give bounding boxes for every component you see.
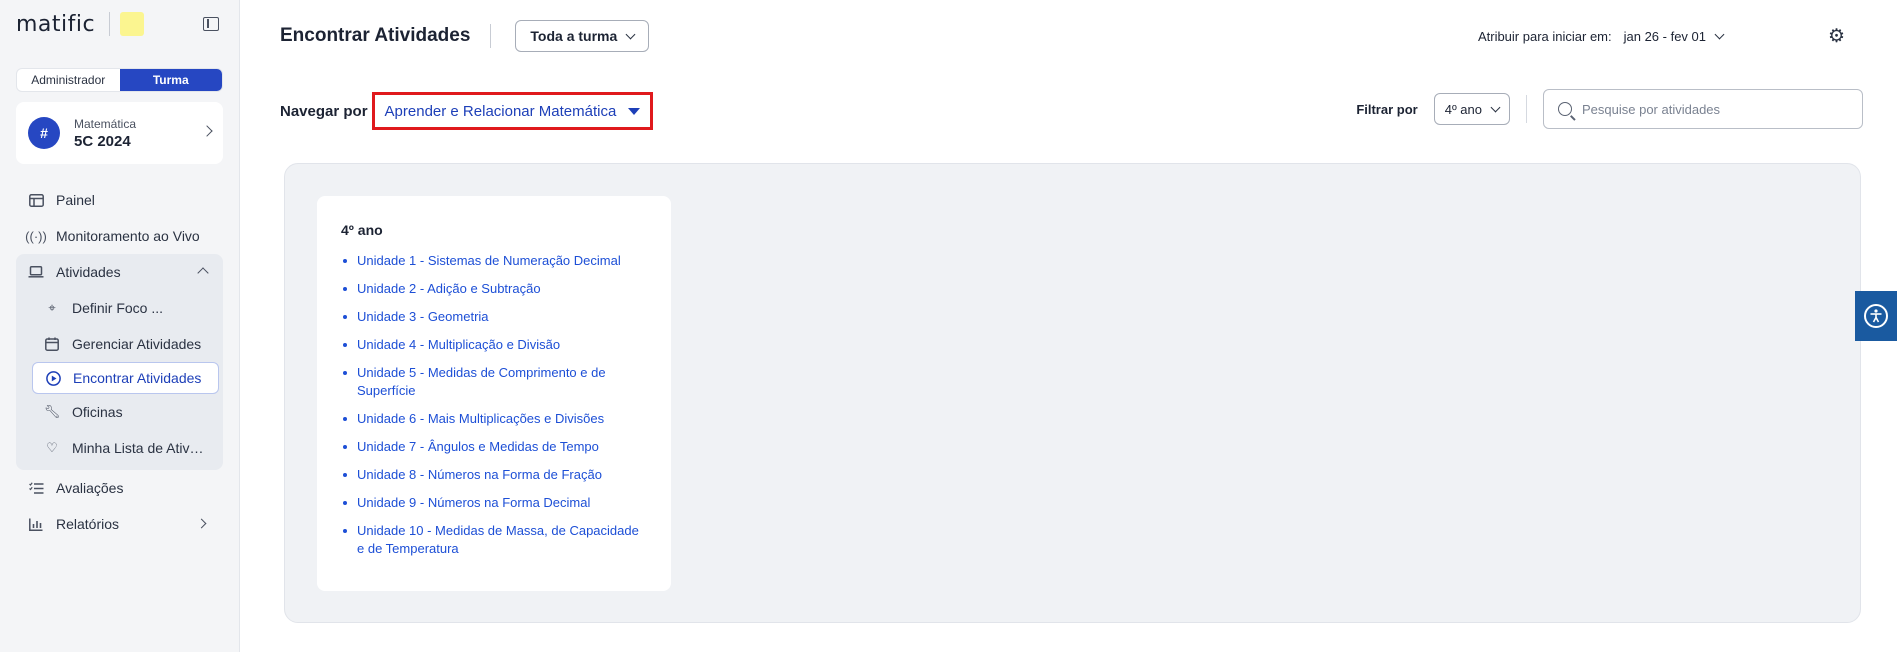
browse-label: Navegar por [280,102,368,120]
page-title: Encontrar Atividades [280,25,471,46]
brand: matific [16,12,223,37]
calendar-icon [44,336,60,352]
browse-dropdown[interactable]: Aprender e Relacionar Matemática [371,92,654,130]
unit-link[interactable]: Unidade 5 - Medidas de Comprimento e de … [341,364,647,400]
assign-start: Atribuir para iniciar em: jan 26 - fev 0… [1477,29,1725,44]
sidebar-item-manage-activities[interactable]: Gerenciar Atividades [16,326,223,362]
app-window: matific Administrador Turma # Matemática… [0,0,1897,652]
bar-chart-icon [28,516,44,532]
brand-divider [109,12,111,36]
crosshair-icon: ⌖ [48,300,56,315]
sidebar-item-reports[interactable]: Relatórios [16,506,223,542]
class-subject: Matemática [74,116,137,131]
grade-card-title: 4º ano [341,222,383,238]
grade-dropdown[interactable]: 4º ano [1433,93,1510,125]
unit-link[interactable]: Unidade 3 - Geometria [341,308,647,326]
sidebar-item-label: Atividades [56,264,121,280]
sidebar-item-live-monitoring[interactable]: ((·)) Monitoramento ao Vivo [16,218,223,254]
unit-link[interactable]: Unidade 10 - Medidas de Massa, de Capaci… [341,522,647,558]
browse-value: Aprender e Relacionar Matemática [384,102,617,120]
grade-value: 4º ano [1444,101,1482,117]
scope-dropdown[interactable]: Toda a turma [515,20,650,52]
unit-list: Unidade 1 - Sistemas de Numeração Decima… [341,252,647,558]
heart-icon: ♡ [46,440,58,455]
date-range-value: jan 26 - fev 01 [1623,29,1706,44]
chevron-down-icon [1490,102,1501,112]
role-tab-admin[interactable]: Administrador [17,69,120,91]
assign-label: Atribuir para iniciar em: [1477,29,1612,44]
accessibility-button[interactable] [1855,291,1897,341]
role-toggle: Administrador Turma [16,68,223,92]
filter-bar: Filtrar por 4º ano [1356,89,1863,129]
unit-link[interactable]: Unidade 6 - Mais Multiplicações e Divisõ… [341,410,647,428]
sidebar-item-label: Painel [56,192,95,208]
filter-label: Filtrar por [1356,101,1418,117]
play-circle-icon [45,370,61,386]
sidebar: matific Administrador Turma # Matemática… [0,0,240,652]
sidebar-item-workshops[interactable]: 🔧︎ Oficinas [16,394,223,430]
sidebar-item-label: Definir Foco ... [72,300,164,316]
matific-logo[interactable]: matific [16,12,95,37]
chevron-down-icon [625,29,636,39]
unit-link[interactable]: Unidade 8 - Números na Forma de Fração [341,466,647,484]
sidebar-item-label: Oficinas [72,404,123,420]
unit-link[interactable]: Unidade 4 - Multiplicação e Divisão [341,336,647,354]
main-content: Encontrar Atividades Toda a turma Atribu… [240,0,1897,652]
page-header: Encontrar Atividades Toda a turma [280,20,650,52]
sidebar-item-assessments[interactable]: Avaliações [16,470,223,506]
filter-divider [1526,95,1527,123]
browse-by: Navegar por Aprender e Relacionar Matemá… [280,92,654,130]
unit-link[interactable]: Unidade 2 - Adição e Subtração [341,280,647,298]
date-range-dropdown[interactable]: jan 26 - fev 01 [1623,29,1725,44]
sidebar-item-label: Relatórios [56,516,120,532]
sidebar-item-label: Gerenciar Atividades [72,336,202,352]
scope-value: Toda a turma [530,28,618,44]
layout-icon [28,192,44,208]
content-panel: 4º ano Unidade 1 - Sistemas de Numeração… [284,163,1861,623]
unit-link[interactable]: Unidade 7 - Ângulos e Medidas de Tempo [341,438,647,456]
school-logo [120,12,145,36]
chevron-up-icon [197,267,209,279]
activities-group: Atividades ⌖ Definir Foco ... Gerenciar … [16,254,223,470]
unit-link[interactable]: Unidade 9 - Números na Forma Decimal [341,494,647,512]
caret-down-icon [628,107,641,115]
gear-icon[interactable]: ⚙ [1828,27,1848,47]
accessibility-icon [1864,304,1888,328]
checklist-icon [28,480,44,496]
sidebar-nav: Painel ((·)) Monitoramento ao Vivo Ativi… [16,182,223,542]
sidebar-item-my-list[interactable]: ♡ Minha Lista de Atividades [16,430,223,466]
class-avatar: # [28,117,60,149]
sidebar-item-label: Monitoramento ao Vivo [56,228,200,244]
title-divider [490,24,492,48]
chevron-right-icon [201,125,213,137]
sidebar-item-find-activities[interactable]: Encontrar Atividades [32,362,219,394]
sidebar-item-activities[interactable]: Atividades [16,254,223,290]
class-name: 5C 2024 [74,132,131,150]
sidebar-item-painel[interactable]: Painel [16,182,223,218]
broadcast-icon: ((·)) [25,228,47,244]
wrench-icon: 🔧︎ [43,404,61,419]
search-box [1543,89,1863,129]
sidebar-item-set-focus[interactable]: ⌖ Definir Foco ... [16,290,223,326]
search-icon [1558,102,1572,116]
search-input[interactable] [1582,101,1848,117]
role-tab-class[interactable]: Turma [119,69,222,91]
chevron-right-icon [196,518,207,529]
sidebar-item-label: Avaliações [56,480,124,496]
grade-card: 4º ano Unidade 1 - Sistemas de Numeração… [317,196,671,591]
collapse-sidebar-icon[interactable] [203,17,219,31]
chevron-down-icon [1714,29,1725,40]
unit-link[interactable]: Unidade 1 - Sistemas de Numeração Decima… [341,252,647,270]
laptop-icon [28,264,44,280]
sidebar-item-label: Minha Lista de Atividades [72,440,204,456]
class-selector[interactable]: # Matemática 5C 2024 [16,102,223,164]
sidebar-item-label: Encontrar Atividades [73,370,202,386]
